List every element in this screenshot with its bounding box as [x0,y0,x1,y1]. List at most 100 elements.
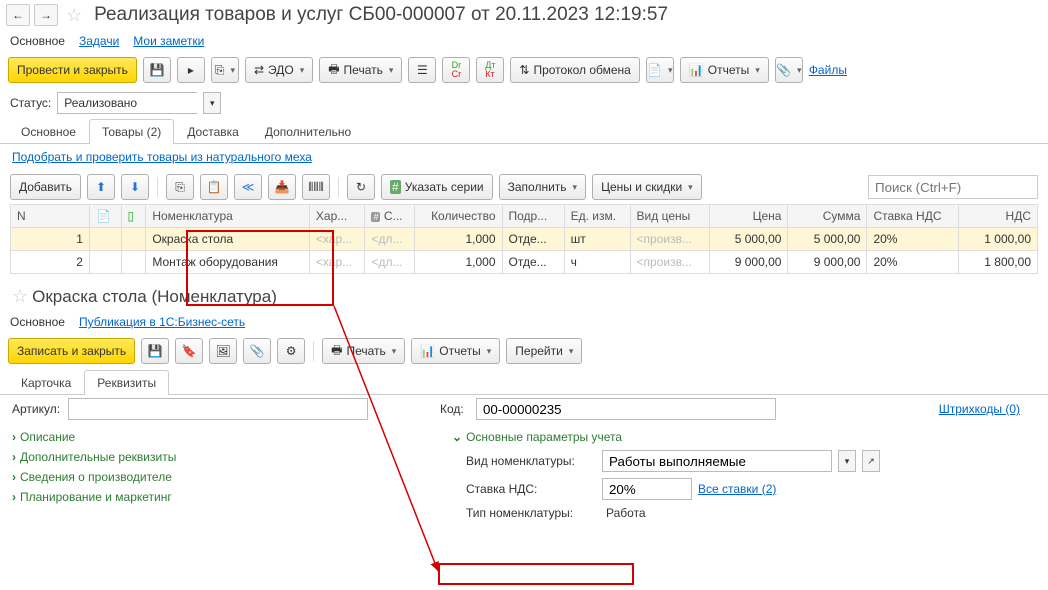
copy-icon: ⎘ [175,180,185,195]
detail-subnav-publication[interactable]: Публикация в 1С:Бизнес-сеть [79,315,245,329]
favorite-star-icon[interactable]: ☆ [66,5,82,26]
print-button[interactable]: 🖶Печать▾ [319,57,402,83]
col-quantity[interactable]: Количество [415,205,502,228]
col-vat[interactable]: НДС [958,205,1037,228]
status-label: Статус: [10,96,51,110]
col-characteristic[interactable]: Хар... [309,205,365,228]
table-row[interactable]: 2Монтаж оборудования<хар...<дл...1,000От… [11,251,1038,274]
copy-button[interactable]: ⎘▾ [211,57,239,83]
goods-table: N 📄 ▯ Номенклатура Хар... # С... Количес… [10,204,1038,274]
share-button[interactable]: ≪ [234,174,262,200]
col-unit[interactable]: Ед. изм. [564,205,630,228]
type-value: Работа [602,506,646,520]
detail-reports-button[interactable]: 📊Отчеты▾ [411,338,500,364]
detail-tab-requisites[interactable]: Реквизиты [84,370,169,395]
detail-goto-button[interactable]: Перейти▾ [506,338,582,364]
detail-print-button[interactable]: 🖶Печать▾ [322,338,405,364]
post-button[interactable]: ▸ [177,57,205,83]
kind-open-button[interactable]: ↗ [862,450,880,472]
kind-input[interactable] [602,450,832,472]
tab-main[interactable]: Основное [8,119,89,144]
detail-tab-card[interactable]: Карточка [8,370,84,395]
save-and-close-button[interactable]: Записать и закрыть [8,338,135,364]
pick-fur-goods-link[interactable]: Подобрать и проверить товары из натураль… [12,150,312,164]
files-link[interactable]: Файлы [809,63,847,77]
section-manufacturer[interactable]: Сведения о производителе [12,467,432,487]
annotation-type-row [438,563,634,585]
col-series[interactable]: # С... [365,205,415,228]
section-planning[interactable]: Планирование и маркетинг [12,487,432,507]
tab-additional[interactable]: Дополнительно [252,119,364,144]
fill-button[interactable]: Заполнить▾ [499,174,586,200]
col-price[interactable]: Цена [709,205,788,228]
list-icon: ☰ [417,63,428,77]
col-pricetype[interactable]: Вид цены [630,205,709,228]
import-button[interactable]: 📥 [268,174,296,200]
structure-button[interactable]: ☰ [408,57,436,83]
tab-delivery[interactable]: Доставка [174,119,252,144]
post-icon: ▸ [188,63,194,77]
barcode-icon: ⦀⦀⦀ [308,180,324,195]
sheet-icon: 📄 [96,209,111,223]
add-row-button[interactable]: Добавить [10,174,81,200]
specify-series-button[interactable]: #Указать серии [381,174,493,200]
col-n[interactable]: N [11,205,90,228]
col-icon1[interactable]: 📄 [89,205,121,228]
article-input[interactable] [68,398,368,420]
table-search-input[interactable] [868,175,1038,199]
reports-button[interactable]: 📊Отчеты▾ [680,57,769,83]
status-select-caret[interactable]: ▾ [203,92,221,114]
edo-button[interactable]: ⇄ЭДО▾ [245,57,313,83]
status-select[interactable]: Реализовано [57,92,197,114]
detail-tag-button[interactable]: 🔖 [175,338,203,364]
barcode-button[interactable]: ⦀⦀⦀ [302,174,330,200]
kind-label: Вид номенклатуры: [466,454,596,468]
hash-icon: # [371,212,380,222]
back-button[interactable]: ← [6,4,30,26]
code-input[interactable] [476,398,776,420]
detail-image-button[interactable]: 🖼 [209,338,237,364]
post-and-close-button[interactable]: Провести и закрыть [8,57,137,83]
table-row[interactable]: 1Окраска стола<хар...<дл...1,000Отде...ш… [11,228,1038,251]
paperclip-icon: 📎 [776,63,791,77]
detail-attach-button[interactable]: 📎 [243,338,271,364]
col-vat-rate[interactable]: Ставка НДС [867,205,958,228]
paste-row-button[interactable]: 📋 [200,174,228,200]
section-extra-requisites[interactable]: Дополнительные реквизиты [12,447,432,467]
subnav-notes[interactable]: Мои заметки [133,34,204,48]
subnav-main[interactable]: Основное [10,34,65,48]
vat-input[interactable] [602,478,692,500]
gear-icon: ⚙ [286,344,297,358]
kind-dropdown-caret[interactable]: ▾ [838,450,856,472]
section-accounting-params[interactable]: Основные параметры учета [452,427,1036,447]
vat-label: Ставка НДС: [466,482,596,496]
col-department[interactable]: Подр... [502,205,564,228]
detail-config-button[interactable]: ⚙ [277,338,305,364]
col-nomenclature[interactable]: Номенклатура [146,205,310,228]
col-sum[interactable]: Сумма [788,205,867,228]
prices-discounts-button[interactable]: Цены и скидки▾ [592,174,702,200]
attach-button[interactable]: 📎▾ [775,57,803,83]
copy-row-button[interactable]: ⎘ [166,174,194,200]
detail-subnav-main[interactable]: Основное [10,315,65,329]
dtkt2-button[interactable]: ДтКт [476,57,504,83]
barcodes-link[interactable]: Штрихкоды (0) [939,402,1020,416]
protocol-button[interactable]: ⇅Протокол обмена [510,57,639,83]
import-icon: 📥 [275,180,290,194]
all-rates-link[interactable]: Все ставки (2) [698,482,776,496]
dtkt-icon: ДтКт [485,61,495,79]
more-button[interactable]: 📄▾ [646,57,674,83]
subnav-tasks[interactable]: Задачи [79,34,119,48]
move-up-button[interactable]: ⬆ [87,174,115,200]
col-icon2[interactable]: ▯ [121,205,146,228]
save-button[interactable]: 💾 [143,57,171,83]
dtkt-button[interactable]: DrCr [442,57,470,83]
detail-favorite-star-icon[interactable]: ☆ [12,286,28,307]
tab-goods[interactable]: Товары (2) [89,119,174,144]
section-description[interactable]: Описание [12,427,432,447]
forward-button[interactable]: → [34,4,58,26]
move-down-button[interactable]: ⬇ [121,174,149,200]
detail-tabs: Карточка Реквизиты [0,369,1048,395]
detail-save-button[interactable]: 💾 [141,338,169,364]
refresh-button[interactable]: ↻ [347,174,375,200]
